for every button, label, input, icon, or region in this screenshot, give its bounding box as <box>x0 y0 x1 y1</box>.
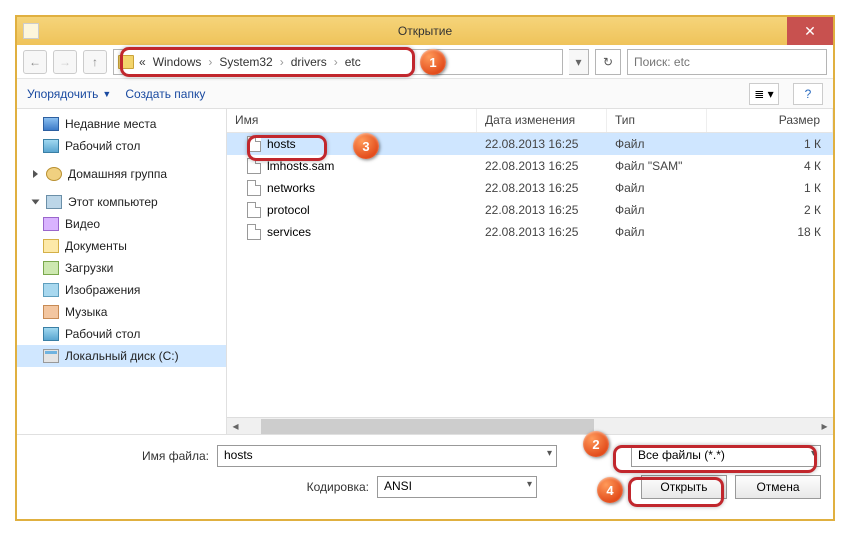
file-row[interactable]: services 22.08.2013 16:25Файл18 К <box>227 221 833 243</box>
scroll-right-icon[interactable]: ▸ <box>816 418 833 435</box>
file-icon <box>247 202 261 218</box>
chevron-right-icon: › <box>278 55 286 69</box>
tree-desktop2[interactable]: Рабочий стол <box>17 323 226 345</box>
crumb-drivers[interactable]: drivers <box>289 55 329 69</box>
tree-this-pc[interactable]: Этот компьютер <box>17 191 226 213</box>
encoding-label: Кодировка: <box>29 480 369 494</box>
tree-recent[interactable]: Недавние места <box>17 113 226 135</box>
encoding-combo[interactable]: ANSI <box>377 476 537 498</box>
tree-videos[interactable]: Видео <box>17 213 226 235</box>
file-row[interactable]: protocol 22.08.2013 16:25Файл2 К <box>227 199 833 221</box>
new-folder-button[interactable]: Создать папку <box>125 87 205 101</box>
search-input[interactable] <box>627 49 827 75</box>
file-icon <box>247 224 261 240</box>
organize-menu[interactable]: Упорядочить▼ <box>27 87 111 101</box>
bottom-panel: Имя файла: hosts Все файлы (*.*) Кодиров… <box>17 434 833 517</box>
titlebar: Открытие ✕ <box>17 17 833 45</box>
column-headers: Имя Дата изменения Тип Размер <box>227 109 833 133</box>
close-button[interactable]: ✕ <box>787 17 833 45</box>
file-row[interactable]: networks 22.08.2013 16:25Файл1 К <box>227 177 833 199</box>
breadcrumb-prefix: « <box>137 55 148 69</box>
file-pane: Имя Дата изменения Тип Размер hosts 22.0… <box>227 109 833 434</box>
file-row[interactable]: lmhosts.sam 22.08.2013 16:25Файл "SAM"4 … <box>227 155 833 177</box>
chevron-right-icon: › <box>206 55 214 69</box>
address-bar[interactable]: « Windows› System32› drivers› etc <box>113 49 563 75</box>
horizontal-scrollbar[interactable]: ◂ ▸ <box>227 417 833 434</box>
folder-icon <box>118 55 134 69</box>
file-icon <box>247 136 261 152</box>
nav-row: ← → ↑ « Windows› System32› drivers› etc … <box>17 45 833 79</box>
tree-downloads[interactable]: Загрузки <box>17 257 226 279</box>
col-size[interactable]: Размер <box>707 109 833 132</box>
col-type[interactable]: Тип <box>607 109 707 132</box>
forward-button[interactable]: → <box>53 50 77 74</box>
view-options-button[interactable]: ≣ ▾ <box>749 83 779 105</box>
filename-combo[interactable]: hosts <box>217 445 557 467</box>
tree-pictures[interactable]: Изображения <box>17 279 226 301</box>
body: Недавние места Рабочий стол Домашняя гру… <box>17 109 833 434</box>
address-dropdown[interactable]: ▾ <box>569 49 589 75</box>
crumb-windows[interactable]: Windows <box>151 55 204 69</box>
tree-documents[interactable]: Документы <box>17 235 226 257</box>
window-title: Открытие <box>17 24 833 38</box>
file-icon <box>247 158 261 174</box>
open-button[interactable]: Открыть <box>641 475 727 499</box>
chevron-right-icon: › <box>332 55 340 69</box>
col-name[interactable]: Имя <box>227 109 477 132</box>
scroll-thumb[interactable] <box>261 419 594 434</box>
scroll-left-icon[interactable]: ◂ <box>227 418 244 435</box>
filetype-filter-combo[interactable]: Все файлы (*.*) <box>631 445 821 467</box>
open-file-dialog: Открытие ✕ ← → ↑ « Windows› System32› dr… <box>15 15 835 521</box>
cancel-button[interactable]: Отмена <box>735 475 821 499</box>
tree-music[interactable]: Музыка <box>17 301 226 323</box>
file-icon <box>247 180 261 196</box>
nav-tree: Недавние места Рабочий стол Домашняя гру… <box>17 109 227 434</box>
up-button[interactable]: ↑ <box>83 50 107 74</box>
crumb-etc[interactable]: etc <box>343 55 363 69</box>
tree-homegroup[interactable]: Домашняя группа <box>17 163 226 185</box>
toolbar: Упорядочить▼ Создать папку ≣ ▾ ? <box>17 79 833 109</box>
file-row[interactable]: hosts 22.08.2013 16:25Файл1 К <box>227 133 833 155</box>
col-date[interactable]: Дата изменения <box>477 109 607 132</box>
tree-desktop[interactable]: Рабочий стол <box>17 135 226 157</box>
refresh-button[interactable]: ↻ <box>595 49 621 75</box>
back-button[interactable]: ← <box>23 50 47 74</box>
help-button[interactable]: ? <box>793 83 823 105</box>
crumb-system32[interactable]: System32 <box>217 55 274 69</box>
file-list: hosts 22.08.2013 16:25Файл1 К lmhosts.sa… <box>227 133 833 417</box>
tree-local-disk[interactable]: Локальный диск (C:) <box>17 345 226 367</box>
filename-label: Имя файла: <box>29 449 209 463</box>
